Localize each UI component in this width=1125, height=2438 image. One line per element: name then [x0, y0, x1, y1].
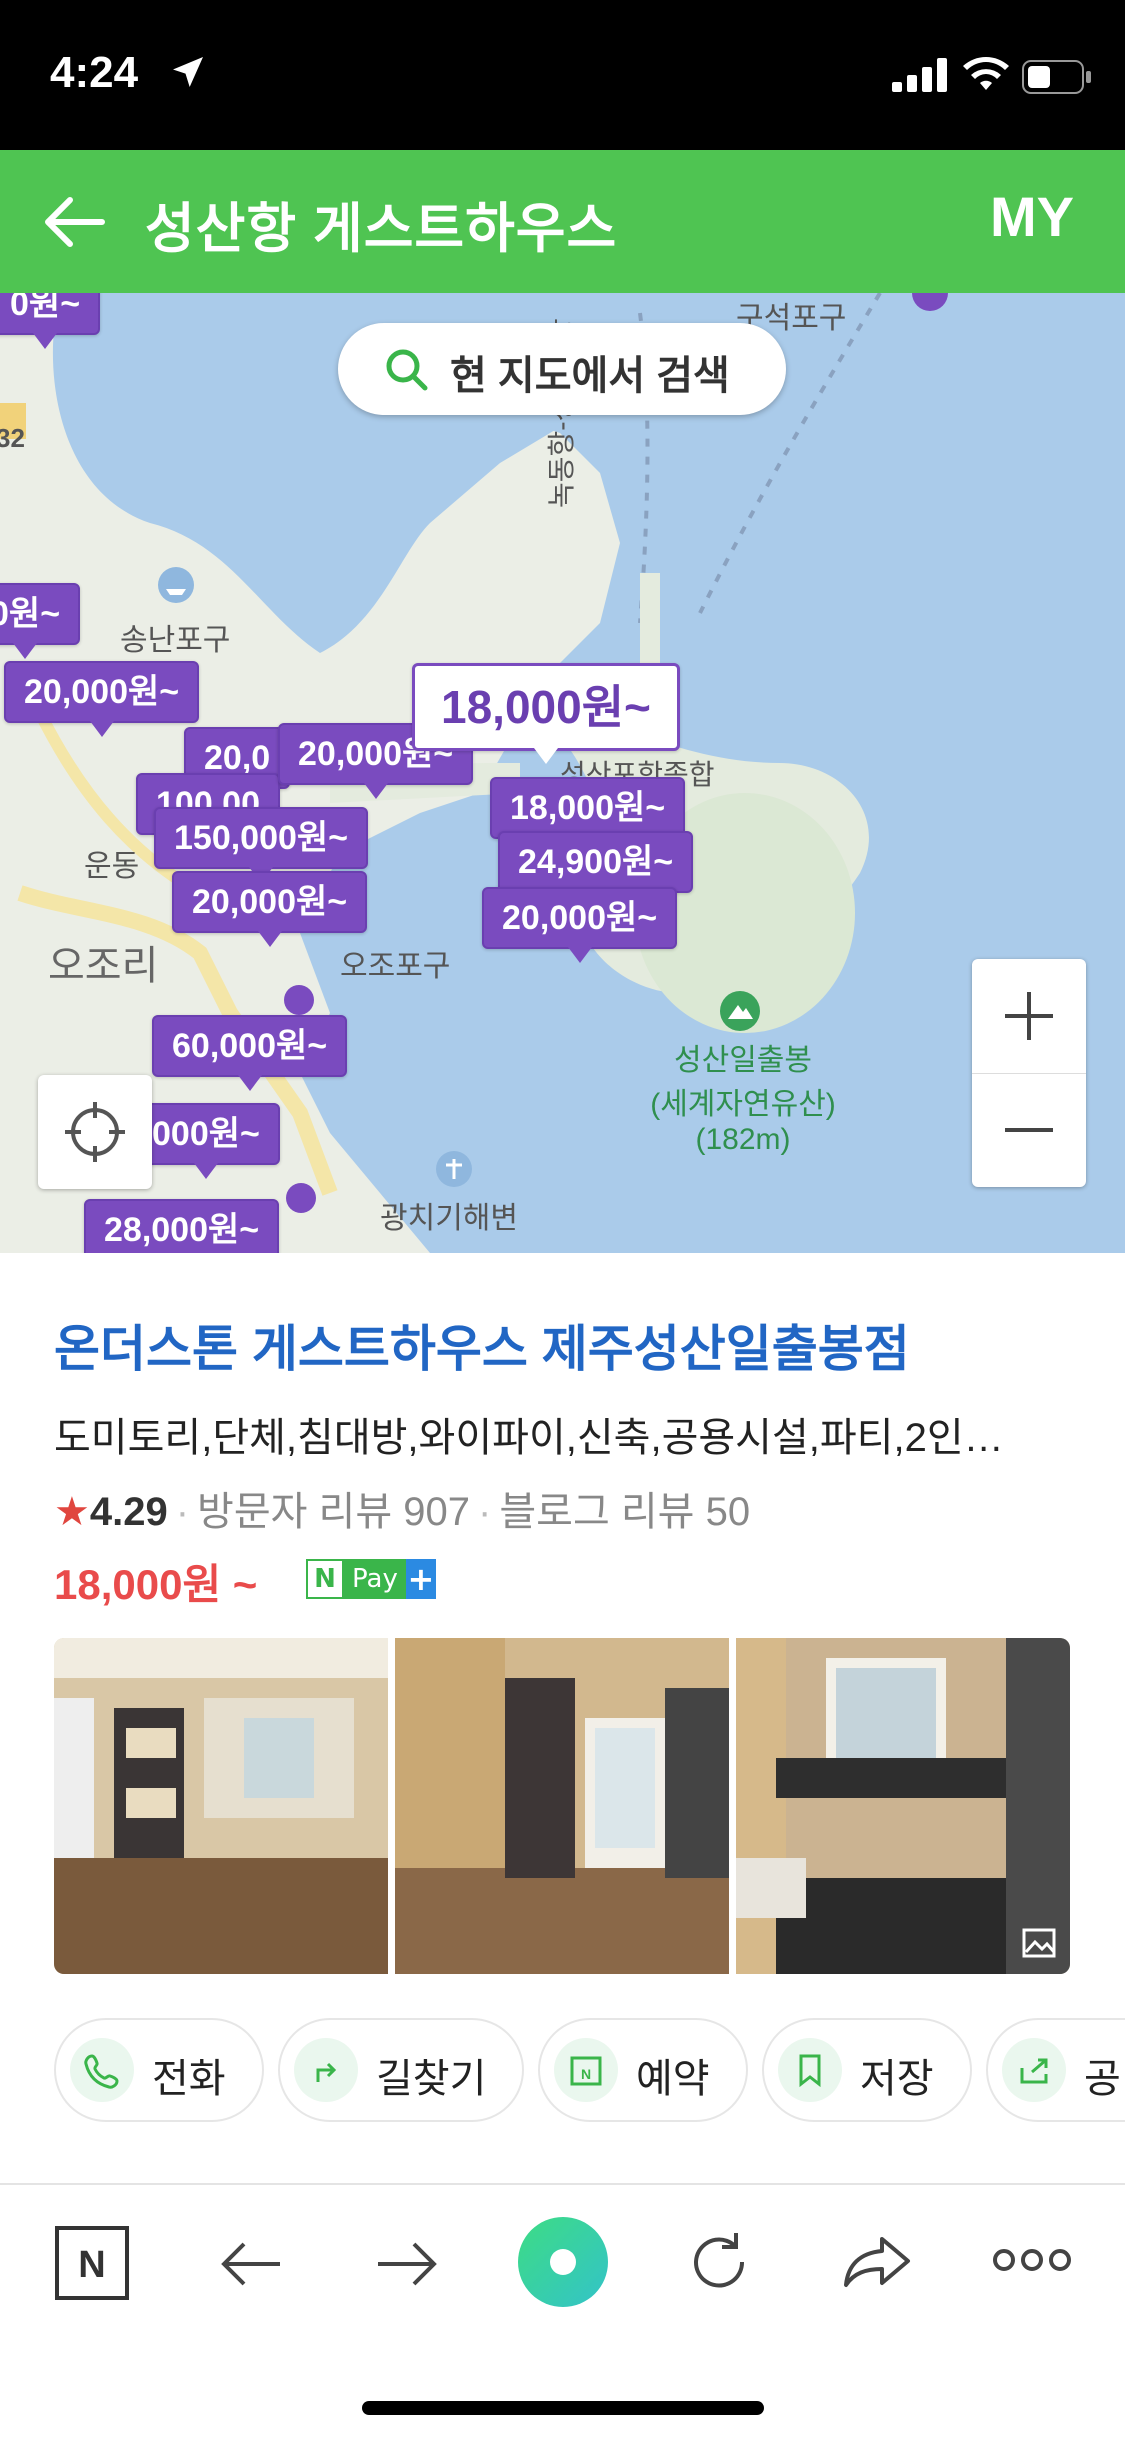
directions-icon-bg: [294, 2038, 358, 2102]
map-label-seongsan: 성산일출봉 (세계자연유산) (182m): [638, 1035, 848, 1157]
price-pin[interactable]: 20,000원~: [172, 871, 368, 947]
map-label-gwangchi: 광치기해변: [380, 1202, 518, 1235]
home-indicator: [362, 2401, 764, 2415]
save-label: 저장: [860, 2057, 934, 2101]
save-button[interactable]: 저장: [762, 2018, 972, 2122]
gallery-icon: [1022, 1928, 1056, 1958]
phone-icon: [84, 2054, 119, 2089]
npay-n: N: [306, 1559, 344, 1599]
star-icon: ★: [54, 1490, 90, 1534]
bookmark-icon: [799, 2054, 821, 2088]
battery-icon: [1022, 60, 1091, 94]
share-icon: [1020, 2058, 1048, 2084]
beach-icon: [436, 1151, 472, 1187]
map-cluster-dot[interactable]: [286, 1183, 316, 1213]
npay-plus: +: [405, 1559, 436, 1599]
more-icon[interactable]: [992, 2245, 1072, 2275]
green-dot-icon[interactable]: [516, 2215, 610, 2309]
action-buttons: 전화 길찾기 N 예약 저장 공: [54, 2018, 1125, 2122]
directions-label: 길찾기: [376, 2057, 487, 2101]
map-label-songnan: 송난포구: [120, 624, 231, 657]
separator: ·: [175, 1490, 190, 1534]
share-arrow-icon[interactable]: [840, 2227, 914, 2297]
npay-label: Pay: [344, 1559, 406, 1599]
ferry-icon: [158, 567, 194, 603]
refresh-icon[interactable]: [684, 2227, 754, 2297]
crosshair-icon: [65, 1102, 125, 1162]
naver-home-icon[interactable]: N: [54, 2225, 130, 2301]
forward-icon[interactable]: [372, 2229, 442, 2299]
call-label: 전화: [152, 2057, 226, 2101]
my-button[interactable]: MY: [990, 184, 1074, 249]
blog-reviews[interactable]: 블로그 리뷰 50: [499, 1490, 750, 1534]
wifi-icon: [963, 57, 1009, 90]
listing-rating-row: ★4.29 · 방문자 리뷰 907 · 블로그 리뷰 50: [54, 1479, 750, 1537]
search-this-area-label: 현 지도에서 검색: [450, 354, 730, 398]
npay-badge: N Pay +: [306, 1559, 436, 1599]
directions-button[interactable]: 길찾기: [278, 2018, 524, 2122]
signal-icon: [892, 58, 947, 92]
save-icon-bg: [778, 2038, 842, 2102]
listing-name[interactable]: 온더스톤 게스트하우스 제주성산일출봉점: [54, 1309, 910, 1381]
back-icon[interactable]: [216, 2229, 286, 2299]
visitor-reviews[interactable]: 방문자 리뷰 907: [197, 1490, 470, 1534]
price-pin[interactable]: 18,000원~: [490, 777, 686, 853]
status-bar: 4:24: [0, 0, 1125, 150]
calendar-icon: N: [570, 2056, 602, 2086]
listing-price: 18,000원 ~: [54, 1561, 258, 1608]
photo-1[interactable]: [54, 1638, 388, 1974]
current-location-button[interactable]: [38, 1075, 152, 1189]
share-icon-bg: [1002, 2038, 1066, 2102]
listing-tags: 도미토리,단체,침대방,와이파이,신축,공용시설,파티,2인…: [54, 1416, 1004, 1460]
reserve-label: 예약: [636, 2057, 710, 2101]
zoom-control: [972, 959, 1086, 1187]
search-icon: [386, 349, 428, 391]
location-arrow-icon: [173, 57, 203, 87]
price-pin[interactable]: 28,000원~: [84, 1199, 280, 1253]
price-pin[interactable]: 20,000원~: [4, 661, 200, 737]
price-pin[interactable]: 20,000원~: [482, 887, 678, 963]
separator: ·: [478, 1490, 492, 1534]
call-button[interactable]: 전화: [54, 2018, 264, 2122]
share-button[interactable]: 공: [986, 2018, 1125, 2122]
search-this-area-button[interactable]: 현 지도에서 검색: [338, 323, 786, 415]
map-label-ojori: 오조리: [48, 944, 159, 988]
seongsan-height: (182m): [695, 1123, 791, 1156]
selected-price-pin[interactable]: 18,000원~: [412, 663, 680, 764]
zoom-out-icon[interactable]: [972, 1073, 1086, 1187]
photo-gallery[interactable]: [54, 1638, 1070, 1974]
map-label-undong: 운동: [84, 850, 140, 883]
price-pin[interactable]: 0원~: [0, 583, 81, 659]
reserve-icon-bg: N: [554, 2038, 618, 2102]
app-header: 성산항 게스트하우스 MY: [0, 150, 1125, 293]
call-icon-bg: [70, 2038, 134, 2102]
price-pin[interactable]: 0원~: [0, 293, 101, 349]
reserve-button[interactable]: N 예약: [538, 2018, 748, 2122]
map-label-ojo-port: 오조포구: [340, 950, 451, 983]
map-road-number: 32: [0, 423, 25, 453]
price-pin[interactable]: 60,000원~: [152, 1015, 348, 1091]
seongsan-sub: (세계자연유산): [650, 1088, 836, 1121]
zoom-in-icon[interactable]: [972, 959, 1086, 1074]
price-pin[interactable]: 24,900원~: [498, 831, 694, 907]
svg-text:N: N: [581, 2066, 591, 2082]
map-cluster-dot[interactable]: [284, 985, 314, 1015]
status-time: 4:24: [50, 48, 139, 97]
price-pin[interactable]: 000원~: [132, 1103, 280, 1179]
share-label: 공: [1084, 2057, 1121, 2101]
price-pin[interactable]: 150,000원~: [154, 807, 369, 883]
seongsan-name: 성산일출봉: [674, 1044, 812, 1077]
directions-icon: [316, 2062, 337, 2082]
page-title: 성산항 게스트하우스: [145, 199, 618, 259]
back-arrow-icon[interactable]: [40, 192, 106, 252]
browser-toolbar: N: [0, 2183, 1125, 2438]
mountain-icon: [720, 991, 760, 1031]
svg-text:N: N: [78, 2244, 105, 2286]
map-view[interactable]: 구석포구 32 송난포구 운동 오조리 오조포구 광치기해변 성산포항종합 녹동…: [0, 293, 1125, 1253]
rating-score: 4.29: [89, 1490, 168, 1534]
photo-2[interactable]: [395, 1638, 729, 1974]
